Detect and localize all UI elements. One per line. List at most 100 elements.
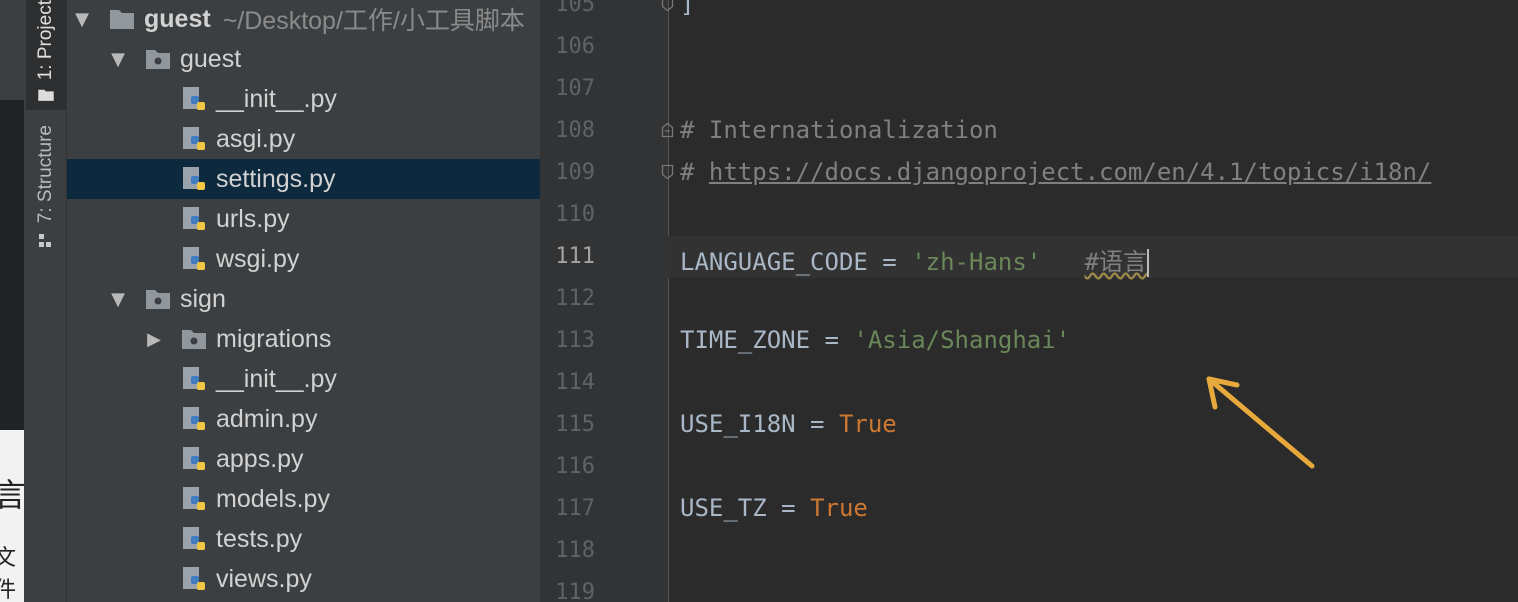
code-line-111: LANGUAGE_CODE = 'zh-Hans' #语言	[680, 242, 1150, 277]
tree-item-sign-init[interactable]: __init__.py	[67, 359, 540, 399]
python-file-icon	[183, 447, 205, 470]
code-line-115: USE_I18N = True	[680, 410, 897, 438]
tree-item-label: models.py	[216, 484, 330, 513]
tree-root-name: guest	[144, 4, 211, 33]
line-number: 110	[555, 202, 595, 227]
keyword-value: True	[838, 410, 897, 438]
tree-item-label: guest	[180, 44, 242, 73]
python-file-icon	[183, 527, 205, 550]
tree-item-sign-package[interactable]: ▼ sign	[67, 279, 540, 319]
line-number: 119	[555, 580, 595, 602]
string-value: 'zh-Hans'	[911, 248, 1042, 276]
code-line-117: USE_TZ = True	[680, 494, 868, 522]
python-file-icon	[183, 247, 205, 270]
code-line-105: ]	[680, 0, 694, 18]
python-file-icon	[183, 87, 205, 110]
tree-item-apps[interactable]: apps.py	[67, 439, 540, 479]
background-dark-panel	[0, 100, 24, 430]
tab-project[interactable]: 1: Project	[26, 0, 66, 110]
line-number: 105	[555, 0, 595, 17]
line-number: 115	[555, 412, 595, 437]
chevron-right-icon[interactable]: ▶	[144, 329, 164, 350]
tree-item-label: views.py	[216, 564, 312, 593]
tree-item-urls[interactable]: urls.py	[67, 199, 540, 239]
tree-item-label: settings.py	[216, 164, 336, 193]
line-number: 108	[555, 118, 595, 143]
tree-item-label: tests.py	[216, 524, 303, 553]
assign-operator: =	[867, 248, 912, 276]
tree-item-label: __init__.py	[216, 84, 337, 113]
package-folder-icon	[182, 330, 206, 349]
line-number: 117	[555, 496, 595, 521]
package-folder-icon	[146, 290, 170, 309]
line-number: 109	[555, 160, 595, 185]
python-file-icon	[183, 487, 205, 510]
setting-name: TIME_ZONE	[680, 326, 811, 354]
tree-item-models[interactable]: models.py	[67, 479, 540, 519]
python-file-icon	[183, 407, 205, 430]
tree-item-settings[interactable]: settings.py	[67, 159, 540, 199]
background-glyph-top: 言	[0, 476, 26, 514]
tree-item-label: apps.py	[216, 444, 304, 473]
keyword-value: True	[810, 494, 868, 522]
code-line-113: TIME_ZONE = 'Asia/Shanghai'	[680, 326, 1070, 354]
code-editor[interactable]: 105 106 107 108 109 110 111 112 113 114 …	[540, 0, 1518, 602]
tree-item-asgi[interactable]: asgi.py	[67, 119, 540, 159]
line-number: 114	[555, 370, 595, 395]
tree-item-migrations[interactable]: ▶ migrations	[67, 319, 540, 359]
closing-bracket: ]	[680, 0, 695, 18]
tree-item-label: migrations	[216, 324, 332, 353]
annotation-arrow-icon	[1206, 376, 1315, 469]
inline-comment: #语言	[1084, 248, 1148, 276]
code-line-109: # https://docs.djangoproject.com/en/4.1/…	[680, 158, 1431, 186]
background-light-panel: 言 文件	[0, 430, 26, 602]
chevron-down-icon[interactable]: ▼	[108, 289, 128, 310]
chevron-down-icon[interactable]: ▼	[72, 9, 92, 30]
structure-icon	[39, 234, 51, 248]
chevron-down-icon[interactable]: ▼	[108, 49, 128, 70]
setting-name: USE_I18N	[680, 410, 796, 438]
python-file-icon	[183, 127, 205, 150]
setting-name: LANGUAGE_CODE	[680, 248, 868, 276]
project-tree: ▼ guest ~/Desktop/工作/小工具脚本 ▼ guest __ini…	[67, 0, 540, 602]
python-file-icon	[183, 367, 205, 390]
fold-marker-icon[interactable]	[661, 0, 674, 12]
tool-window-strip: 1: Project 7: Structure	[26, 0, 67, 602]
tree-item-guest-init[interactable]: __init__.py	[67, 79, 540, 119]
folder-icon	[38, 89, 54, 102]
text-caret	[1147, 249, 1150, 277]
line-number-current: 111	[555, 244, 595, 269]
background-glyph-bottom: 文件	[0, 546, 17, 602]
tree-item-label: urls.py	[216, 204, 290, 233]
tree-root-path: ~/Desktop/工作/小工具脚本	[222, 7, 525, 35]
line-number: 112	[555, 286, 595, 311]
line-number: 106	[555, 34, 595, 59]
comment-hash: #	[680, 158, 709, 186]
docs-link[interactable]: https://docs.djangoproject.com/en/4.1/to…	[709, 158, 1431, 186]
package-folder-icon	[146, 50, 170, 69]
tree-item-label: __init__.py	[216, 364, 337, 393]
python-file-icon	[183, 207, 205, 230]
background-window-edge: 言 文件	[0, 0, 26, 602]
tab-structure[interactable]: 7: Structure	[26, 125, 66, 285]
tab-project-label: 1: Project	[35, 0, 56, 81]
tree-item-label: admin.py	[216, 404, 318, 433]
tree-item-admin[interactable]: admin.py	[67, 399, 540, 439]
fold-marker-icon[interactable]	[661, 122, 674, 138]
tree-item-views[interactable]: views.py	[67, 559, 540, 599]
tree-item-label: sign	[180, 284, 226, 313]
setting-name: USE_TZ	[680, 494, 767, 522]
line-number: 113	[555, 328, 595, 353]
tree-item-tests[interactable]: tests.py	[67, 519, 540, 559]
code-line-108: # Internationalization	[680, 116, 998, 144]
folder-icon	[110, 10, 134, 29]
fold-marker-icon[interactable]	[661, 164, 674, 180]
tree-root[interactable]: ▼ guest ~/Desktop/工作/小工具脚本	[67, 0, 540, 38]
tree-item-guest-package[interactable]: ▼ guest	[67, 39, 540, 79]
line-number: 118	[555, 538, 595, 563]
tree-item-label: asgi.py	[216, 124, 296, 153]
python-file-icon	[183, 567, 205, 590]
tab-structure-label: 7: Structure	[35, 125, 56, 224]
tree-item-wsgi[interactable]: wsgi.py	[67, 239, 540, 279]
